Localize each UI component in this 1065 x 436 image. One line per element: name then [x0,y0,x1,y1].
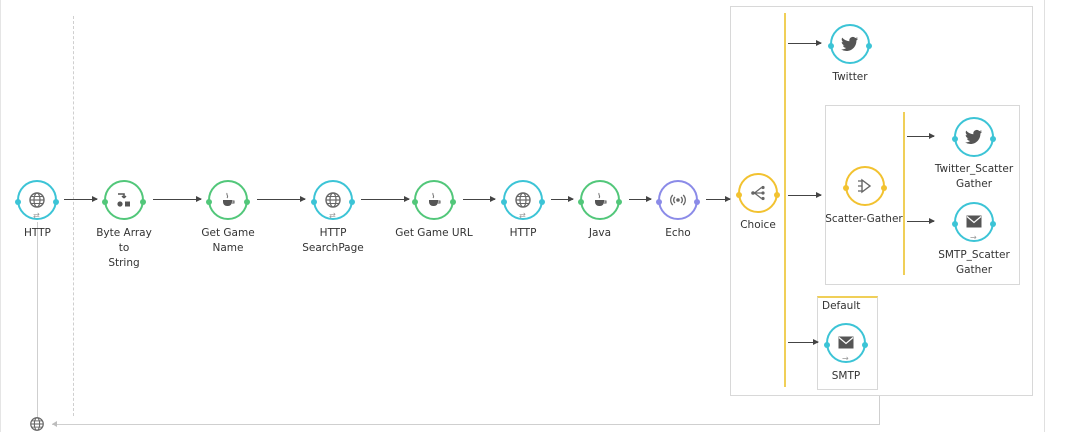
scatter-gather-icon [858,178,872,194]
choice-router-node[interactable] [736,173,780,213]
connector-arrow [907,218,935,224]
node-label: Scatter-Gather [825,213,903,225]
node-label: Twitter [832,71,868,83]
scatter-gather-bar [903,112,905,275]
twitter-node[interactable] [828,24,872,64]
mail-icon [966,215,982,228]
get-game-name-node[interactable] [206,180,250,220]
node-label: Choice [740,219,776,231]
connector-arrow [907,133,935,139]
exchange-pattern-icon: ⇄ [519,211,526,220]
scatter-gather-node[interactable] [843,166,887,206]
node-label: Get Game URL [395,227,473,239]
globe-icon [325,192,341,208]
connector-arrow [551,196,574,202]
outbound-arrow-icon: → [970,233,977,242]
canvas-right-border [1044,0,1045,432]
echo-node[interactable] [656,180,700,220]
connector-arrow [788,40,822,46]
flow-divider [73,16,74,416]
node-label: Get Game Name [201,227,255,254]
default-route-label: Default [822,300,861,312]
connector-arrow [64,196,98,202]
get-game-url-node[interactable] [412,180,456,220]
node-label: Byte Array to String [96,227,152,269]
connector-arrow [463,196,496,202]
connector-arrow [706,196,731,202]
response-line-vertical [37,222,38,424]
transformer-icon [117,193,130,207]
twitter-scatter-gather-node[interactable] [952,117,996,157]
twitter-icon [841,36,858,51]
byte-array-to-string-node[interactable] [102,180,146,220]
choice-icon [751,185,765,201]
java-node[interactable] [578,180,622,220]
coffee-icon [429,192,441,206]
coffee-icon [595,192,607,206]
node-label: Twitter_Scatter Gather [934,163,1014,190]
response-line-bottom [52,424,880,425]
response-endpoint[interactable] [29,416,47,434]
outbound-arrow-icon: → [842,354,849,363]
connector-arrow [257,196,306,202]
mail-icon [838,336,854,349]
node-label: HTTP [24,227,51,239]
connector-arrow [629,196,652,202]
choice-router-bar [784,13,786,387]
echo-icon [670,194,686,206]
connector-arrow [153,196,202,202]
node-label: SMTP_Scatter Gather [938,249,1010,276]
connector-arrow [788,339,819,345]
node-label: HTTP SearchPage [302,227,364,254]
exchange-pattern-icon: ⇄ [329,211,336,220]
node-label: Java [588,227,612,239]
exchange-pattern-icon: ⇄ [33,211,40,220]
node-label: Echo [665,227,691,239]
response-arrow-head [52,421,57,427]
node-label: HTTP [509,227,537,239]
globe-icon [30,417,44,431]
connector-arrow [361,196,410,202]
twitter-icon [965,129,982,144]
response-line-right [879,395,880,425]
connector-arrow [788,192,822,198]
globe-icon [29,192,45,208]
flow-border [0,0,1,432]
node-label: SMTP [831,370,861,382]
globe-icon [515,192,531,208]
coffee-icon [223,192,235,206]
